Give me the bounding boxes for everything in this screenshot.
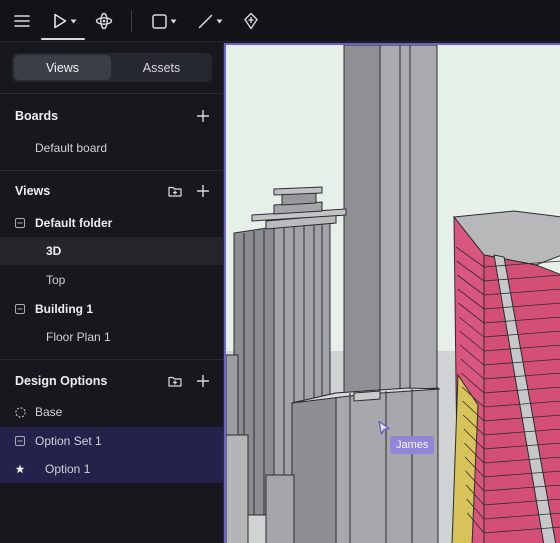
boards-section-title: Boards (15, 109, 59, 123)
top-toolbar (0, 0, 560, 42)
plus-icon (197, 110, 209, 122)
menu-icon[interactable] (10, 6, 34, 36)
option-set-label: Option Set 1 (35, 434, 102, 448)
option-1[interactable]: Option 1 (0, 455, 223, 483)
caret-down-icon (170, 19, 176, 23)
folder-label: Building 1 (35, 302, 93, 316)
collapse-icon[interactable] (15, 218, 25, 228)
line-tool-button[interactable] (194, 6, 226, 36)
select-tool-button[interactable] (48, 6, 82, 36)
view-item-top[interactable]: Top (0, 266, 223, 294)
option-base[interactable]: Base (0, 398, 223, 426)
3d-viewport[interactable]: James (224, 43, 560, 543)
view-item-label: Top (46, 273, 66, 287)
design-options-section-title: Design Options (15, 374, 108, 388)
rectangle-tool-icon (151, 13, 167, 29)
divider (0, 359, 224, 360)
dashed-circle-icon (15, 406, 26, 418)
toolbar-separator (131, 10, 132, 32)
add-option-folder-button[interactable] (166, 372, 184, 390)
sidebar-tab-switcher: Views Assets (12, 53, 212, 82)
view-item-label: Floor Plan 1 (46, 330, 111, 344)
pin-tool-icon[interactable] (240, 6, 262, 36)
view-item-label: 3D (46, 244, 62, 258)
folder-label: Default folder (35, 216, 113, 230)
add-view-button[interactable] (194, 182, 212, 200)
option-label: Option 1 (45, 462, 91, 476)
add-view-folder-button[interactable] (166, 182, 184, 200)
orbit-icon[interactable] (93, 6, 115, 36)
view-item-floor-plan-1[interactable]: Floor Plan 1 (0, 323, 223, 351)
divider (0, 170, 224, 171)
left-sidebar: Views Assets Boards Default board Views … (0, 43, 224, 543)
collapse-icon[interactable] (15, 304, 25, 314)
rectangle-tool-button[interactable] (148, 6, 180, 36)
view-item-3d[interactable]: 3D (0, 237, 223, 265)
option-label: Base (35, 405, 63, 419)
board-item-default[interactable]: Default board (0, 134, 223, 162)
plus-icon (197, 375, 209, 387)
board-item-label: Default board (35, 141, 108, 155)
option-set-1[interactable]: Option Set 1 (0, 427, 223, 455)
active-tool-indicator (41, 38, 85, 40)
folder-plus-icon (167, 376, 182, 387)
views-section-title: Views (15, 184, 51, 198)
select-tool-icon (54, 13, 67, 29)
building-model-scene (226, 45, 560, 543)
folder-plus-icon (167, 186, 182, 197)
line-tool-icon (198, 14, 212, 28)
collaborator-cursor-icon (377, 420, 391, 441)
divider (0, 93, 224, 94)
add-board-button[interactable] (194, 107, 212, 125)
tab-views[interactable]: Views (14, 55, 111, 80)
caret-down-icon (216, 19, 222, 23)
folder-default[interactable]: Default folder (0, 209, 223, 237)
collaborator-name-tag: James (390, 436, 435, 454)
tab-assets[interactable]: Assets (113, 55, 210, 80)
star-icon (15, 464, 25, 474)
caret-down-icon (70, 19, 77, 23)
folder-building-1[interactable]: Building 1 (0, 295, 223, 323)
collapse-icon[interactable] (15, 436, 25, 446)
plus-icon (197, 185, 209, 197)
add-design-option-button[interactable] (194, 372, 212, 390)
